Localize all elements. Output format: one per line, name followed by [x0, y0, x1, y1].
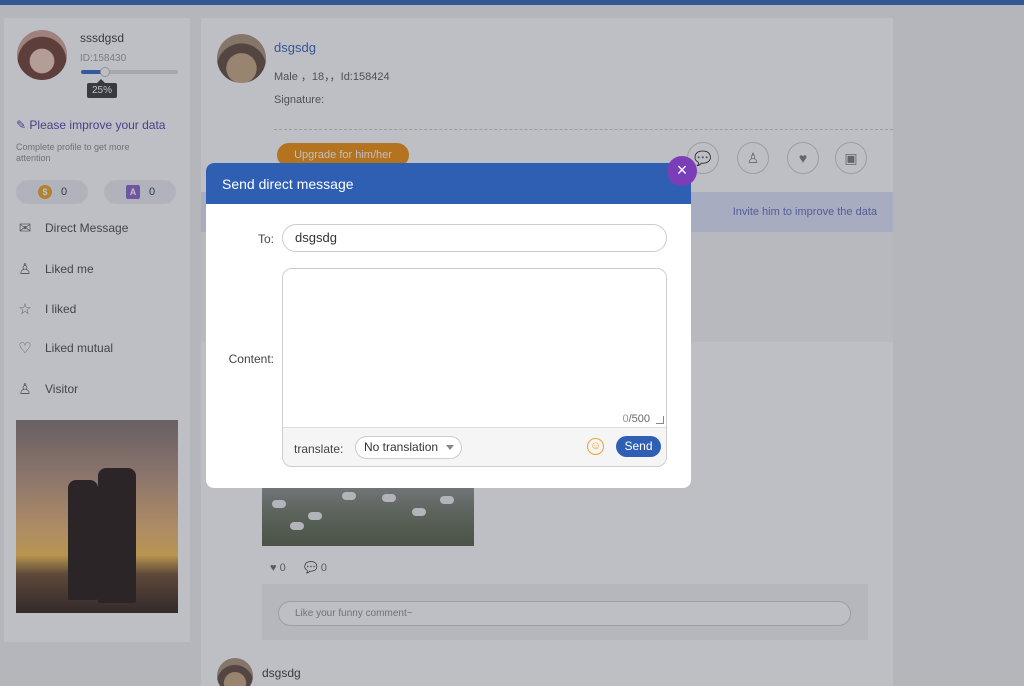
direct-message-modal: Send direct message × To: dsgsdg Content…	[206, 156, 697, 488]
modal-header: Send direct message	[206, 163, 691, 204]
translate-select[interactable]: No translation	[355, 436, 462, 459]
content-textarea[interactable]	[283, 269, 666, 426]
caret-down-icon	[446, 445, 454, 450]
send-button[interactable]: Send	[616, 436, 661, 457]
char-counter: 0/500	[622, 413, 650, 425]
close-icon[interactable]: ×	[667, 156, 697, 186]
translate-value: No translation	[364, 440, 439, 454]
to-field[interactable]: dsgsdg	[282, 224, 667, 252]
emoji-icon[interactable]: ☺	[587, 438, 604, 455]
message-toolbar: translate: No translation ☺ Send	[283, 427, 666, 466]
modal-title: Send direct message	[222, 176, 354, 192]
content-label: Content:	[228, 352, 274, 366]
char-count-max: /500	[628, 413, 650, 425]
resize-handle[interactable]	[656, 416, 664, 424]
to-label: To:	[257, 232, 274, 246]
content-box: 0/500 translate: No translation ☺ Send	[282, 268, 667, 467]
translate-label: translate:	[294, 442, 344, 456]
